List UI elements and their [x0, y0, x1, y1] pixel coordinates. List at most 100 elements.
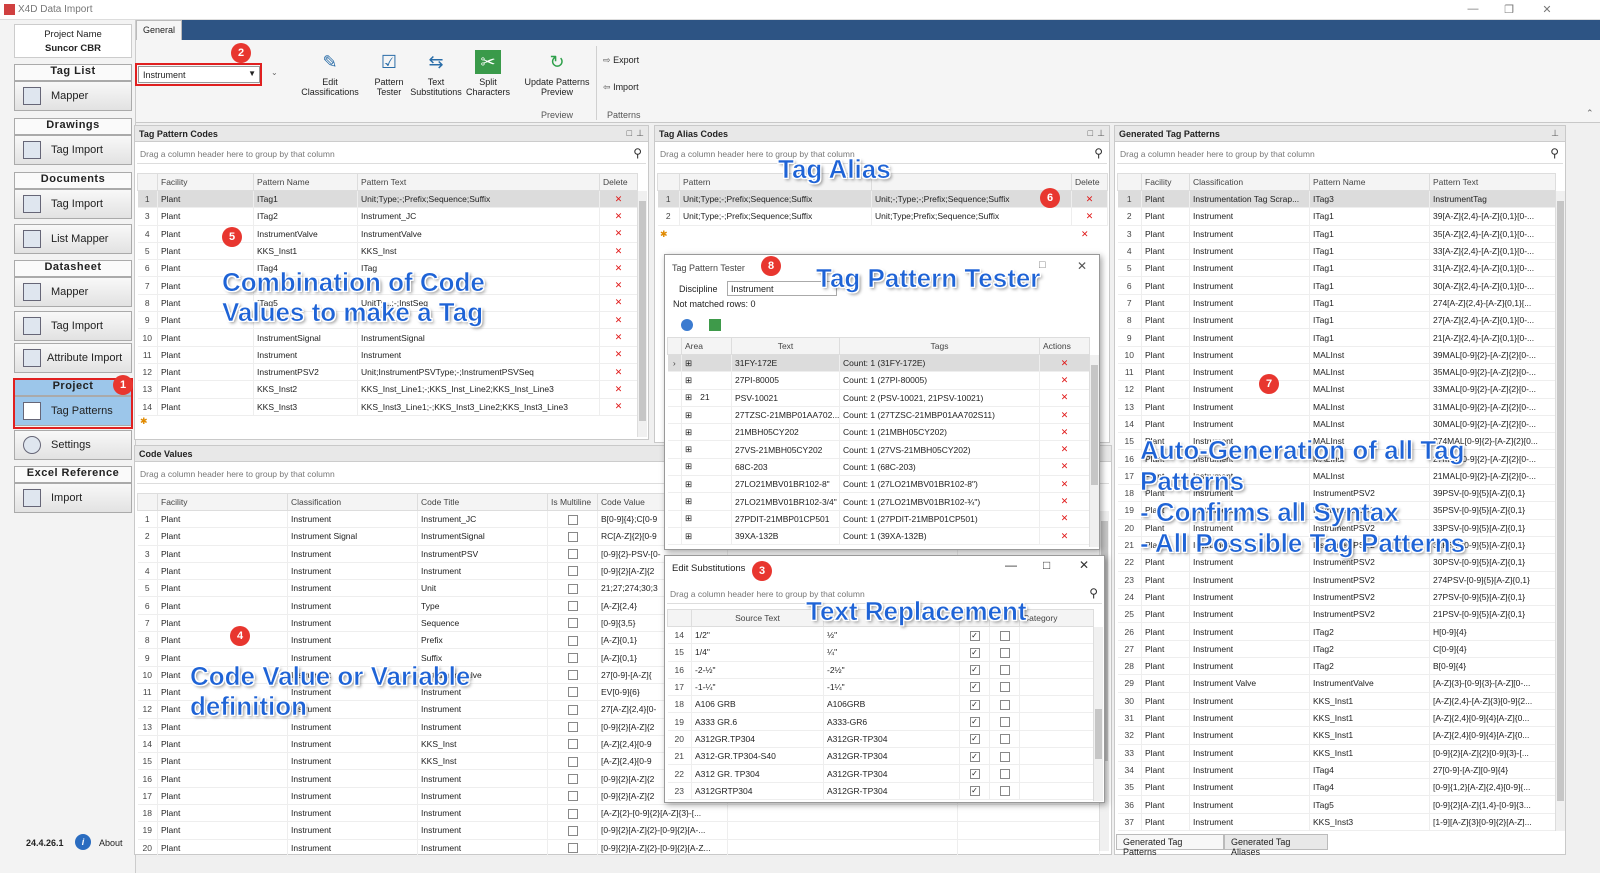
table-cell[interactable]: Plant	[1141, 778, 1190, 797]
table-cell[interactable]	[547, 562, 598, 581]
table-row[interactable]: 13 Plant Instrument MALInst 31MAL[0-9]{2}-[A…	[1117, 398, 1556, 416]
expand-icon[interactable]: ⊞	[685, 427, 692, 437]
table-cell[interactable]: InstrumentPSV2	[253, 363, 358, 382]
table-cell[interactable]: Unit;InstrumentPSVType;-;InstrumentPSVSe…	[357, 363, 600, 382]
table-row[interactable]: 4 Plant InstrumentValve InstrumentValve ✕	[137, 225, 638, 243]
table-row[interactable]: 2 Plant Instrument ITag1 39[A-Z]{2,4}-[A-Z]{…	[1117, 207, 1556, 226]
table-cell[interactable]: 30[A-Z]{2,4}-[A-Z]{0,1}[0-...	[1429, 276, 1556, 295]
table-row[interactable]: ⊞ 27VS-21MBH05CY202 Count: 1 (27VS-21MBH05…	[667, 440, 1090, 459]
table-cell[interactable]	[1019, 643, 1094, 662]
table-cell[interactable]	[547, 614, 598, 633]
table-row[interactable]: 8 Plant Instrument ITag1 27[A-Z]{2,4}-[A-Z]{…	[1117, 311, 1556, 330]
table-cell[interactable]: [A-Z]{2,4}-[A-Z]{3}[0-9]{2...	[1429, 692, 1556, 710]
table-cell[interactable]: 21	[667, 747, 692, 766]
multiline-checkbox[interactable]	[567, 843, 578, 854]
table-row[interactable]: 5 Plant KKS_Inst1 KKS_Inst ✕	[137, 242, 638, 261]
delete-icon[interactable]: ✕	[1071, 190, 1108, 209]
table-cell[interactable]: A312GR-TP304	[823, 747, 960, 766]
table-cell[interactable]: Instrument	[287, 562, 418, 581]
table-cell[interactable]: A312GR-TP304	[823, 782, 960, 800]
table-cell[interactable]: 35PSV-[0-9]{5}[A-Z]{0,1}	[1429, 501, 1556, 520]
expand-icon[interactable]: ⊞	[685, 358, 692, 368]
table-cell[interactable]: Count: 1 (31FY-172E)	[839, 354, 1040, 373]
table-cell[interactable]: [A-Z]{3}-[0-9]{3}-[A-Z][0-...	[1429, 674, 1556, 693]
table-cell[interactable]: H[0-9]{4}	[1429, 622, 1556, 641]
table-cell[interactable]: 31[A-Z]{2,4}-[A-Z]{0,1}[0-...	[1429, 259, 1556, 278]
delete-icon[interactable]: ✕	[1039, 527, 1090, 546]
table-cell[interactable]	[989, 661, 1020, 679]
table-row[interactable]: 20 Plant Instrument Instrument [0-9]{2}[A-Z]…	[137, 839, 1100, 857]
table-cell[interactable]: 9	[1117, 328, 1142, 347]
table-row[interactable]: 10 Plant Instrument MALInst 39MAL[0-9]{2}-[A…	[1117, 346, 1556, 364]
maximize-icon[interactable]: □	[1043, 558, 1050, 572]
expand-icon[interactable]: ⊞	[685, 479, 692, 489]
table-cell[interactable]: 37	[1117, 813, 1142, 831]
table-cell[interactable]	[547, 510, 598, 529]
table-cell[interactable]: 2	[657, 207, 680, 226]
table-cell[interactable]	[547, 718, 598, 736]
table-row[interactable]: › ⊞ 31FY-172E Count: 1 (31FY-172E) ✕	[667, 354, 1090, 373]
table-cell[interactable]: Instrument	[287, 718, 418, 736]
table-cell[interactable]: Plant	[1141, 225, 1190, 243]
table-cell[interactable]	[727, 821, 958, 840]
expand-icon[interactable]: ⊞	[685, 461, 692, 471]
table-cell[interactable]: ✓	[959, 695, 990, 714]
col-header[interactable]: Classification	[1189, 173, 1310, 191]
table-cell[interactable]: ITag1	[1309, 259, 1430, 278]
table-cell[interactable]: ITag4	[1309, 761, 1430, 780]
table-cell[interactable]: Plant	[1141, 328, 1190, 347]
table-cell[interactable]: [0-9]{2}[A-Z]{2}-[0-9]{2}[A-...	[597, 821, 728, 840]
scrollbar[interactable]	[1089, 355, 1099, 547]
enabled-checkbox[interactable]: ✓	[969, 786, 980, 797]
table-cell[interactable]: 14	[667, 626, 692, 645]
table-cell[interactable]: C[0-9]{4}	[1429, 640, 1556, 659]
delete-icon[interactable]: ✕	[1039, 492, 1090, 511]
table-cell[interactable]: ITag1	[1309, 276, 1430, 295]
table-cell[interactable]: Plant	[157, 545, 288, 563]
table-cell[interactable]: Plant	[1141, 657, 1190, 676]
table-row[interactable]: 18 A106 GRB A106GRB ✓	[667, 695, 1094, 714]
table-row[interactable]: 35 Plant Instrument ITag4 [0-9]{1,2}[A-Z]{2,…	[1117, 778, 1556, 797]
table-cell[interactable]: ✓	[959, 626, 990, 645]
table-cell[interactable]: Instrumentation Tag Scrap...	[1189, 190, 1310, 209]
table-cell[interactable]: 21MAL[0-9]{2}-[A-Z]{2}[0-...	[1429, 467, 1556, 486]
col-header[interactable]: Source Text	[691, 609, 824, 627]
table-cell[interactable]: ITag2	[1309, 622, 1430, 641]
table-cell[interactable]	[1019, 661, 1094, 679]
table-cell[interactable]: Plant	[157, 614, 288, 633]
table-cell[interactable]: Plant	[157, 752, 288, 771]
table-cell[interactable]: Instrument	[417, 787, 548, 806]
table-cell[interactable]: 22	[1117, 553, 1142, 572]
table-cell[interactable]: 2	[137, 527, 158, 546]
table-cell[interactable]: Instrument	[287, 596, 418, 615]
table-cell[interactable]: 4	[137, 562, 158, 581]
table-cell[interactable]: Plant	[157, 510, 288, 529]
table-row[interactable]: 1 Plant Instrumentation Tag Scrap... ITag3 I…	[1117, 190, 1556, 209]
table-cell[interactable]: 39PSV-[0-9]{5}[A-Z]{0,1}	[1429, 484, 1556, 503]
table-cell[interactable]: Instrument	[1189, 778, 1310, 797]
scrollbar[interactable]	[1093, 627, 1103, 801]
case-checkbox[interactable]	[999, 734, 1010, 745]
enabled-checkbox[interactable]: ✓	[969, 751, 980, 762]
table-cell[interactable]: Plant	[157, 363, 254, 382]
col-header[interactable]	[137, 493, 158, 511]
table-cell[interactable]	[1019, 626, 1094, 645]
table-cell[interactable]: 31	[1117, 709, 1142, 728]
table-cell[interactable]: Type	[417, 596, 548, 615]
table-cell[interactable]	[547, 787, 598, 806]
excel-icon[interactable]	[709, 319, 721, 331]
table-row[interactable]: 30 Plant Instrument KKS_Inst1 [A-Z]{2,4}-[A-…	[1117, 692, 1556, 710]
table-cell[interactable]: [0-9]{2}[A-Z]{2}-[0-9]{2}[A-Z...	[597, 839, 728, 857]
table-cell[interactable]: 7	[1117, 294, 1142, 313]
delete-icon[interactable]: ✕	[1039, 389, 1090, 407]
table-cell[interactable]: 17	[137, 787, 158, 806]
table-row[interactable]: 18 Plant Instrument Instrument [A-Z]{2}-[0-9…	[137, 804, 1100, 823]
table-cell[interactable]: A312GR-TP304	[823, 730, 960, 749]
float-icon[interactable]: □	[627, 128, 632, 138]
table-row[interactable]: 4 Plant Instrument ITag1 33[A-Z]{2,4}-[A-Z]{…	[1117, 242, 1556, 261]
col-header[interactable]: Code Title	[417, 493, 548, 511]
table-cell[interactable]: A312-GR.TP304-S40	[691, 747, 824, 766]
table-cell[interactable]: Instrument	[1189, 605, 1310, 624]
table-cell[interactable]: 9	[137, 311, 158, 330]
table-cell[interactable]	[547, 769, 598, 788]
